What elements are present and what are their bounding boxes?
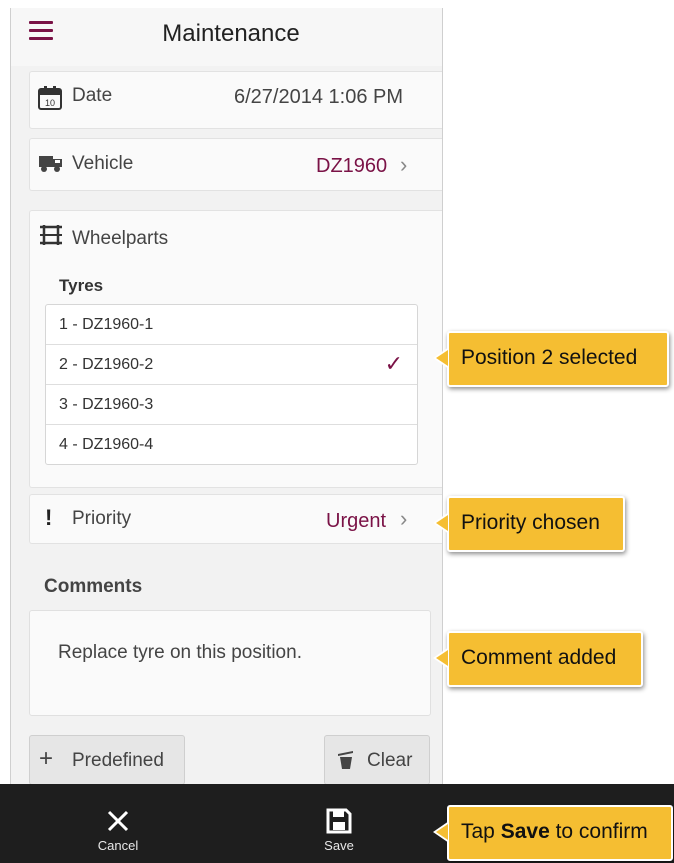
tyres-list: 1 - DZ1960-1 2 - DZ1960-2 ✓ 3 - DZ1960-3… <box>45 304 418 465</box>
callout-arrow <box>433 821 449 843</box>
comments-textarea[interactable]: Replace tyre on this position. <box>29 610 431 716</box>
page-title: Maintenance <box>162 20 300 47</box>
exclamation-icon: ! <box>45 505 53 530</box>
phone-screen: Maintenance 10 Date 6/27/2014 1:06 PM Ve… <box>10 8 443 863</box>
tyre-row-4[interactable]: 4 - DZ1960-4 <box>46 425 417 464</box>
callout-arrow <box>433 647 449 669</box>
callout-text: Priority chosen <box>461 511 600 534</box>
calendar-icon: 10 <box>38 86 62 110</box>
priority-value: Urgent <box>326 510 387 532</box>
tyre-row-2[interactable]: 2 - DZ1960-2 ✓ <box>46 345 417 385</box>
date-label: Date <box>72 85 113 106</box>
callout-save-suffix: to confirm <box>549 820 648 843</box>
cancel-label: Cancel <box>97 838 139 853</box>
callout-text: Comment added <box>461 646 617 669</box>
tyre-label: 2 - DZ1960-2 <box>59 356 154 373</box>
predefined-label: Predefined <box>72 750 164 771</box>
callout-save: Tap Save to confirm <box>433 805 673 861</box>
floppy-disk-icon <box>326 808 352 834</box>
save-label: Save <box>324 838 354 853</box>
calendar-day: 10 <box>45 98 55 108</box>
callout-arrow <box>433 347 449 369</box>
wheelparts-label: Wheelparts <box>72 228 169 249</box>
comment-text: Replace tyre on this position. <box>58 642 302 663</box>
truck-icon <box>39 156 62 172</box>
tyre-row-3[interactable]: 3 - DZ1960-3 <box>46 385 417 425</box>
cancel-button[interactable]: Cancel <box>63 784 173 863</box>
priority-label: Priority <box>72 508 132 529</box>
close-icon <box>107 810 129 832</box>
priority-row[interactable]: ! Priority Urgent › <box>29 494 442 544</box>
date-value: 6/27/2014 1:06 PM <box>234 86 404 108</box>
save-button[interactable]: Save <box>284 784 394 863</box>
plus-icon: + <box>39 745 54 772</box>
callout-arrow <box>433 512 449 534</box>
callout-save-prefix: Tap <box>461 820 501 843</box>
date-row[interactable]: 10 Date 6/27/2014 1:06 PM <box>29 71 442 129</box>
app-header: Maintenance <box>11 8 442 66</box>
chevron-right-icon: › <box>400 152 408 177</box>
vehicle-value: DZ1960 <box>316 155 388 177</box>
callout-text: Tap Save to confirm <box>461 820 648 844</box>
trash-icon <box>338 751 353 769</box>
checkmark-icon: ✓ <box>384 351 403 376</box>
callout-save-bold: Save <box>500 820 550 843</box>
callout-priority: Priority chosen <box>433 496 625 552</box>
vehicle-row[interactable]: Vehicle DZ1960 › <box>29 138 442 191</box>
tyre-label: 3 - DZ1960-3 <box>59 396 154 413</box>
tyres-title: Tyres <box>59 276 104 295</box>
wheelparts-icon <box>40 225 62 245</box>
chevron-right-icon: › <box>400 506 408 531</box>
predefined-button[interactable]: + Predefined <box>29 735 185 785</box>
callout-comment: Comment added <box>433 631 643 687</box>
clear-button[interactable]: Clear <box>324 735 430 785</box>
vehicle-label: Vehicle <box>72 153 134 174</box>
callout-position: Position 2 selected <box>433 331 669 387</box>
comments-title: Comments <box>44 576 143 597</box>
tyre-label: 4 - DZ1960-4 <box>59 436 154 453</box>
clear-label: Clear <box>367 750 413 771</box>
tyre-row-1[interactable]: 1 - DZ1960-1 <box>46 305 417 345</box>
callout-text: Position 2 selected <box>461 346 638 369</box>
tyre-label: 1 - DZ1960-1 <box>59 316 154 333</box>
